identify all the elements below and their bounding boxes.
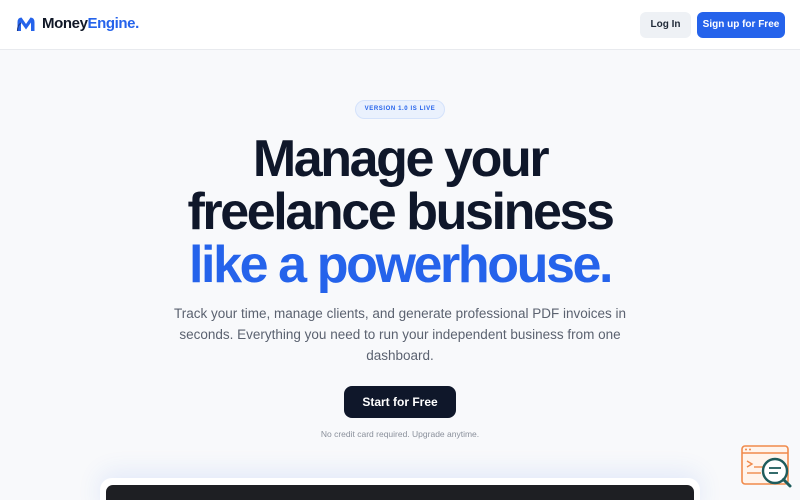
page: MoneyEngine. Log In Sign up for Free VER…: [0, 0, 800, 500]
chat-search-icon: [741, 445, 792, 488]
logo-link[interactable]: MoneyEngine.: [16, 14, 139, 34]
version-badge: VERSION 1.0 IS LIVE: [355, 100, 445, 119]
logo-text-money: Money: [42, 15, 88, 32]
m-logo-icon: [16, 17, 35, 32]
signup-button[interactable]: Sign up for Free: [697, 12, 785, 38]
top-nav: MoneyEngine. Log In Sign up for Free: [0, 0, 800, 50]
no-credit-card-note: No credit card required. Upgrade anytime…: [320, 429, 480, 439]
hero-subtitle: Track your time, manage clients, and gen…: [174, 306, 626, 363]
dashboard-preview-screen: [106, 485, 694, 500]
logo-text-engine: Engine: [87, 15, 136, 32]
hero-headline: Manage your freelance business like a po…: [0, 133, 800, 292]
logo-text-dot: .: [135, 15, 139, 32]
login-button[interactable]: Log In: [640, 12, 691, 38]
headline-line-2: freelance business: [187, 183, 614, 241]
logo-text: MoneyEngine.: [42, 14, 139, 34]
dashboard-preview: [100, 478, 700, 500]
headline-line-3: like a powerhouse.: [188, 236, 613, 294]
start-free-button[interactable]: Start for Free: [344, 386, 456, 418]
chat-widget-button[interactable]: [741, 445, 793, 489]
headline-line-1: Manage your: [252, 130, 550, 188]
